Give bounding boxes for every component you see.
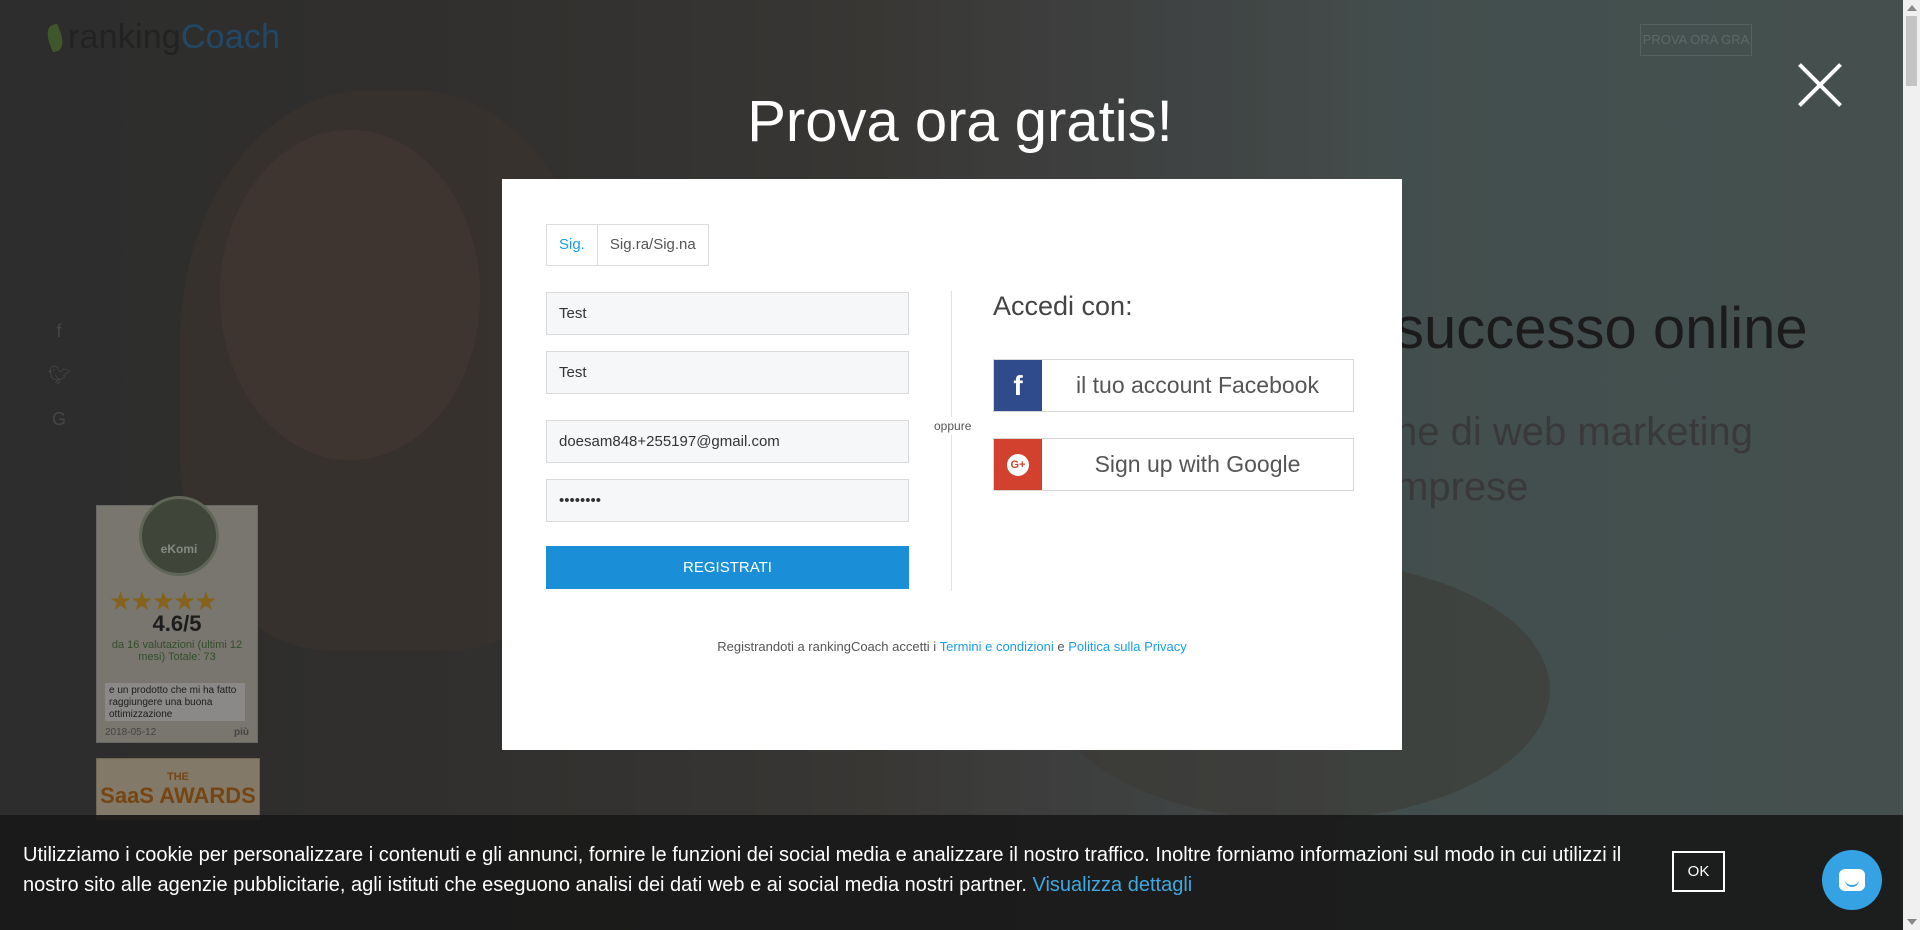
cookie-details-link[interactable]: Visualizza dettagli [1032, 874, 1192, 896]
cookie-banner: Utilizziamo i cookie per personalizzare … [0, 815, 1920, 930]
scrollbar-thumb[interactable] [1906, 16, 1917, 86]
email-field[interactable]: doesam848+255197@gmail.com [546, 420, 909, 463]
google-signup-button[interactable]: G+ Sign up with Google [993, 438, 1354, 491]
divider [951, 291, 952, 591]
chat-launcher[interactable] [1822, 850, 1882, 910]
signup-modal: Sig. Sig.ra/Sig.na Test Test doesam848+2… [502, 179, 1402, 750]
scrollbar[interactable] [1903, 0, 1920, 930]
cookie-text: Utilizziamo i cookie per personalizzare … [23, 844, 1622, 896]
cookie-text-block: Utilizziamo i cookie per personalizzare … [23, 840, 1643, 900]
first-name-field[interactable]: Test [546, 292, 909, 335]
cookie-ok-button[interactable]: OK [1672, 851, 1725, 892]
terms-notice: Registrandoti a rankingCoach accetti i T… [502, 639, 1402, 654]
terms-and: e [1057, 639, 1065, 654]
terms-prefix: Registrandoti a rankingCoach accetti i [717, 639, 937, 654]
tab-sigra[interactable]: Sig.ra/Sig.na [598, 225, 708, 265]
terms-link[interactable]: Termini e condizioni [940, 639, 1054, 654]
facebook-login-label: il tuo account Facebook [1076, 372, 1319, 398]
facebook-login-button[interactable]: f il tuo account Facebook [993, 359, 1354, 412]
login-with-heading: Accedi con: [993, 291, 1133, 321]
google-plus-icon: G+ [994, 439, 1042, 490]
google-signup-label: Sign up with Google [1094, 451, 1301, 477]
modal-title: Prova ora gratis! [747, 89, 1173, 154]
chat-icon [1839, 869, 1865, 891]
password-field[interactable]: •••••••• [546, 479, 909, 522]
close-icon[interactable] [1795, 60, 1845, 110]
or-separator: oppure [934, 417, 972, 435]
scroll-up-icon[interactable] [1907, 5, 1917, 11]
last-name-field[interactable]: Test [546, 351, 909, 394]
tab-sig[interactable]: Sig. [547, 225, 598, 265]
salutation-tabs: Sig. Sig.ra/Sig.na [546, 224, 709, 266]
privacy-link[interactable]: Politica sulla Privacy [1068, 639, 1187, 654]
facebook-icon: f [994, 360, 1042, 411]
register-button[interactable]: REGISTRATI [546, 546, 909, 589]
scroll-down-icon[interactable] [1907, 919, 1917, 925]
